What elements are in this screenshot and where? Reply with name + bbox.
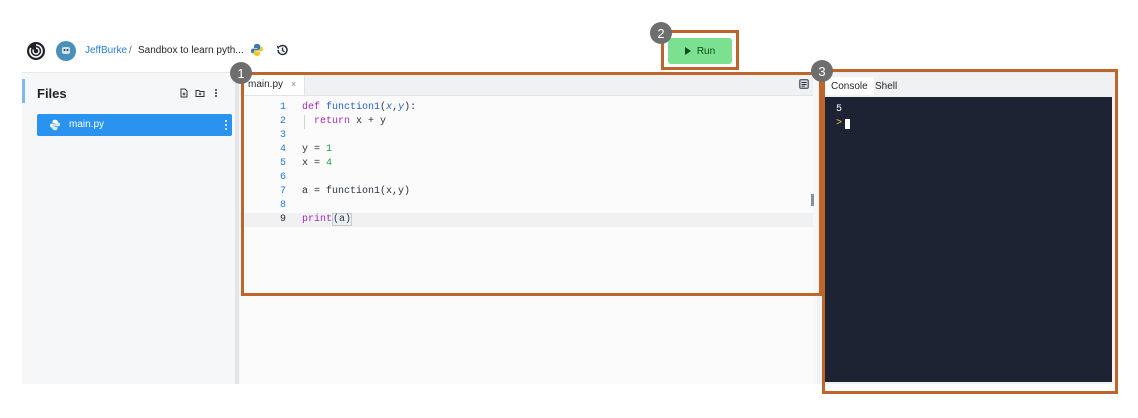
files-sidebar: Files main.py — [22, 73, 239, 384]
annotation-badge-3: 3 — [811, 60, 833, 82]
files-actions — [179, 88, 221, 98]
add-folder-icon[interactable] — [195, 88, 205, 98]
annotation-box-console — [822, 69, 1118, 394]
python-icon — [50, 119, 60, 131]
repl-name[interactable]: Sandbox to learn pyth... — [138, 45, 244, 56]
user-avatar[interactable] — [56, 41, 76, 61]
file-item-main-py[interactable]: main.py — [37, 114, 232, 136]
annotation-box-run-button — [661, 30, 739, 70]
python-language-icon[interactable] — [250, 43, 264, 57]
history-icon[interactable] — [275, 43, 289, 57]
files-menu-icon[interactable] — [211, 88, 221, 98]
file-menu-icon[interactable] — [224, 118, 228, 132]
header-bar: JeffBurke / Sandbox to learn pyth... Run — [22, 32, 1115, 73]
breadcrumb-separator: / — [129, 45, 132, 56]
user-link[interactable]: JeffBurke — [85, 45, 127, 56]
add-file-icon[interactable] — [179, 88, 189, 98]
files-sidebar-accent — [22, 79, 25, 103]
annotation-badge-2: 2 — [650, 22, 672, 44]
app-logo-icon[interactable] — [26, 41, 46, 61]
annotation-box-editor — [241, 72, 822, 296]
annotation-badge-1: 1 — [230, 62, 252, 84]
avatar-face-icon — [62, 47, 70, 54]
files-title: Files — [37, 86, 67, 101]
file-name: main.py — [69, 119, 105, 130]
